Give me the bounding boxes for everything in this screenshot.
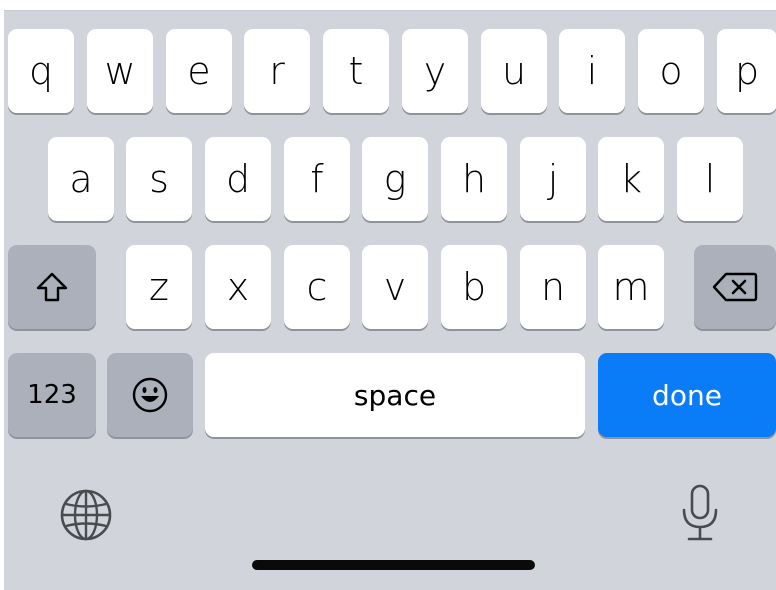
space-key[interactable]: space (205, 353, 585, 437)
key-label: r (269, 49, 285, 93)
numbers-key-label: 123 (27, 380, 77, 410)
done-button[interactable]: done (598, 353, 776, 437)
key-label: b (461, 265, 487, 309)
key-label: e (187, 49, 211, 93)
key-u[interactable]: u (481, 29, 547, 113)
key-label: o (659, 49, 683, 93)
key-h[interactable]: h (441, 137, 507, 221)
key-label: f (310, 157, 324, 201)
key-o[interactable]: o (638, 29, 704, 113)
key-p[interactable]: p (717, 29, 776, 113)
key-t[interactable]: t (323, 29, 389, 113)
microphone-icon (680, 483, 720, 547)
key-label: m (612, 265, 650, 309)
key-label: c (306, 265, 328, 309)
done-button-label: done (652, 378, 722, 412)
key-i[interactable]: i (559, 29, 625, 113)
key-label: y (423, 49, 447, 93)
key-a[interactable]: a (48, 137, 114, 221)
key-label: n (540, 265, 566, 309)
key-z[interactable]: z (126, 245, 192, 329)
globe-icon (58, 487, 114, 547)
key-f[interactable]: f (284, 137, 350, 221)
key-label: h (461, 157, 487, 201)
key-n[interactable]: n (520, 245, 586, 329)
numbers-key[interactable]: 123 (8, 353, 96, 437)
key-e[interactable]: e (166, 29, 232, 113)
keyboard: q w e r t y u i o p a s d f g h j k l z … (4, 10, 776, 590)
key-label: x (226, 265, 250, 309)
key-label: j (547, 157, 559, 201)
key-label: d (225, 157, 251, 201)
shift-key[interactable] (8, 245, 96, 329)
key-x[interactable]: x (205, 245, 271, 329)
shift-icon (35, 270, 69, 304)
key-s[interactable]: s (126, 137, 192, 221)
key-j[interactable]: j (520, 137, 586, 221)
key-k[interactable]: k (598, 137, 664, 221)
emoji-key[interactable] (107, 353, 193, 437)
space-key-label: space (353, 378, 437, 412)
key-v[interactable]: v (362, 245, 428, 329)
delete-key[interactable] (694, 245, 776, 329)
key-w[interactable]: w (87, 29, 153, 113)
emoji-icon (130, 375, 170, 415)
key-label: z (149, 265, 169, 309)
key-c[interactable]: c (284, 245, 350, 329)
key-label: p (734, 49, 760, 93)
key-label: k (619, 157, 642, 201)
key-label: a (69, 157, 93, 201)
key-label: t (348, 49, 364, 93)
globe-button[interactable] (56, 487, 116, 547)
key-y[interactable]: y (402, 29, 468, 113)
key-b[interactable]: b (441, 245, 507, 329)
key-label: v (383, 265, 407, 309)
key-g[interactable]: g (362, 137, 428, 221)
key-d[interactable]: d (205, 137, 271, 221)
microphone-button[interactable] (672, 483, 728, 547)
delete-icon (712, 270, 758, 304)
key-m[interactable]: m (598, 245, 664, 329)
key-label: q (28, 49, 54, 93)
key-label: l (704, 157, 716, 201)
key-r[interactable]: r (244, 29, 310, 113)
key-q[interactable]: q (8, 29, 74, 113)
key-label: u (501, 49, 527, 93)
key-label: s (149, 157, 169, 201)
key-label: i (586, 49, 598, 93)
key-l[interactable]: l (677, 137, 743, 221)
home-indicator[interactable] (252, 560, 535, 570)
key-label: w (104, 49, 136, 93)
key-label: g (383, 157, 407, 201)
